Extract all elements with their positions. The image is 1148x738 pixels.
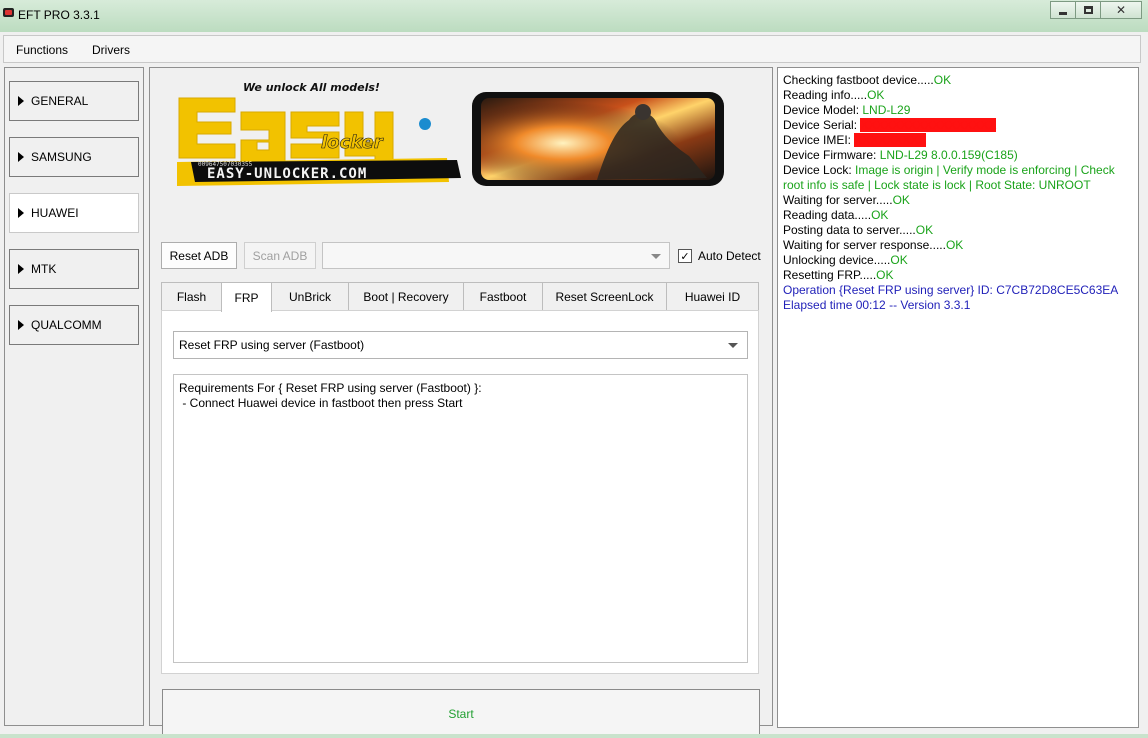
minimize-button[interactable] — [1050, 1, 1076, 19]
frp-operation-select[interactable]: Reset FRP using server (Fastboot) — [173, 331, 748, 359]
chevron-right-icon — [18, 320, 24, 330]
sidebar-item-general[interactable]: GENERAL — [9, 81, 139, 121]
sidebar-item-samsung[interactable]: SAMSUNG — [9, 137, 139, 177]
log-line: Resetting FRP.....OK — [783, 268, 894, 282]
redaction-mark: XXXXXXXXX — [854, 133, 927, 147]
banner-logo-locker: locker — [321, 132, 384, 153]
lock-icon — [419, 118, 431, 130]
sidebar-item-mtk[interactable]: MTK — [9, 249, 139, 289]
redaction-mark: XXXXXXXXXXXXXXXXX — [860, 118, 997, 132]
log-line: Reading data.....OK — [783, 208, 889, 222]
chevron-down-icon — [728, 343, 738, 348]
sidebar-item-qualcomm[interactable]: QUALCOMM — [9, 305, 139, 345]
sidebar-item-label: QUALCOMM — [31, 318, 102, 332]
tab-unbrick[interactable]: UnBrick — [271, 282, 349, 311]
window-bottom-frame — [0, 734, 1148, 738]
tab-fastboot[interactable]: Fastboot — [463, 282, 543, 311]
sidebar-item-label: MTK — [31, 262, 57, 276]
log-line: Posting data to server.....OK — [783, 223, 934, 237]
log-line: Elapsed time 00:12 -- Version 3.3.1 — [783, 298, 971, 312]
window-title: EFT PRO 3.3.1 — [18, 8, 100, 22]
start-button[interactable]: Start — [162, 689, 760, 738]
auto-detect-checkbox[interactable]: ✓ — [678, 249, 692, 263]
chevron-right-icon — [18, 152, 24, 162]
tab-frp[interactable]: FRP — [221, 282, 272, 312]
log-line: Operation {Reset FRP using server} ID: C… — [783, 283, 1119, 297]
minimize-icon — [1059, 11, 1067, 15]
menu-bar: Functions Drivers — [3, 35, 1141, 63]
requirements-textarea[interactable]: Requirements For { Reset FRP using serve… — [173, 374, 748, 663]
reset-adb-button[interactable]: Reset ADB — [161, 242, 237, 269]
checkmark-icon: ✓ — [680, 249, 690, 263]
close-button[interactable]: ✕ — [1100, 1, 1142, 19]
scan-adb-button[interactable]: Scan ADB — [244, 242, 316, 269]
log-line: Device IMEI: XXXXXXXXX — [783, 133, 927, 147]
log-line: Device Firmware: LND-L29 8.0.0.159(C185) — [783, 148, 1018, 162]
sidebar-item-huawei[interactable]: HUAWEI — [9, 193, 139, 233]
tab-flash[interactable]: Flash — [161, 282, 222, 311]
window-controls: ✕ — [1050, 1, 1142, 19]
log-line: Device Lock: Image is origin | Verify mo… — [783, 163, 1115, 192]
banner-site: EASY-UNLOCKER.COM — [207, 166, 367, 182]
client-area: Functions Drivers GENERAL SAMSUNG HUAWEI… — [0, 32, 1148, 738]
chevron-right-icon — [18, 208, 24, 218]
log-line: Device Serial: XXXXXXXXXXXXXXXXX — [783, 118, 997, 132]
banner-tagline: We unlock All models! — [243, 81, 380, 94]
frp-tab-panel: Reset FRP using server (Fastboot) Requir… — [161, 310, 759, 674]
maximize-button[interactable] — [1075, 1, 1101, 19]
log-line: Waiting for server response.....OK — [783, 238, 964, 252]
sidebar-item-label: HUAWEI — [31, 206, 79, 220]
tab-reset-screenlock[interactable]: Reset ScreenLock — [542, 282, 667, 311]
menu-drivers[interactable]: Drivers — [92, 43, 130, 57]
app-icon — [3, 8, 14, 17]
log-line: Reading info.....OK — [783, 88, 885, 102]
log-line: Device Model: LND-L29 — [783, 103, 911, 117]
sidebar: GENERAL SAMSUNG HUAWEI MTK QUALCOMM — [4, 67, 144, 726]
tab-huawei-id[interactable]: Huawei ID — [666, 282, 759, 311]
sidebar-item-label: GENERAL — [31, 94, 89, 108]
title-bar: EFT PRO 3.3.1 ✕ — [0, 0, 1148, 32]
log-line: Waiting for server.....OK — [783, 193, 910, 207]
log-line: Unlocking device.....OK — [783, 253, 908, 267]
log-line: Checking fastboot device.....OK — [783, 73, 952, 87]
close-icon: ✕ — [1115, 3, 1127, 17]
frp-operation-value: Reset FRP using server (Fastboot) — [179, 338, 365, 352]
sidebar-item-label: SAMSUNG — [31, 150, 92, 164]
chevron-right-icon — [18, 96, 24, 106]
phone-image — [472, 92, 724, 186]
tab-boot-recovery[interactable]: Boot | Recovery — [348, 282, 464, 311]
device-combo[interactable] — [322, 242, 670, 269]
auto-detect-label: Auto Detect — [698, 249, 761, 263]
chevron-right-icon — [18, 264, 24, 274]
main-panel: We unlock All models! locker 00964750703… — [149, 67, 773, 738]
easy-unlocker-banner: We unlock All models! locker 00964750703… — [177, 81, 724, 186]
maximize-icon — [1083, 6, 1093, 14]
log-panel: Checking fastboot device.....OK Reading … — [777, 67, 1139, 728]
menu-functions[interactable]: Functions — [16, 43, 68, 57]
chevron-down-icon — [651, 253, 661, 259]
